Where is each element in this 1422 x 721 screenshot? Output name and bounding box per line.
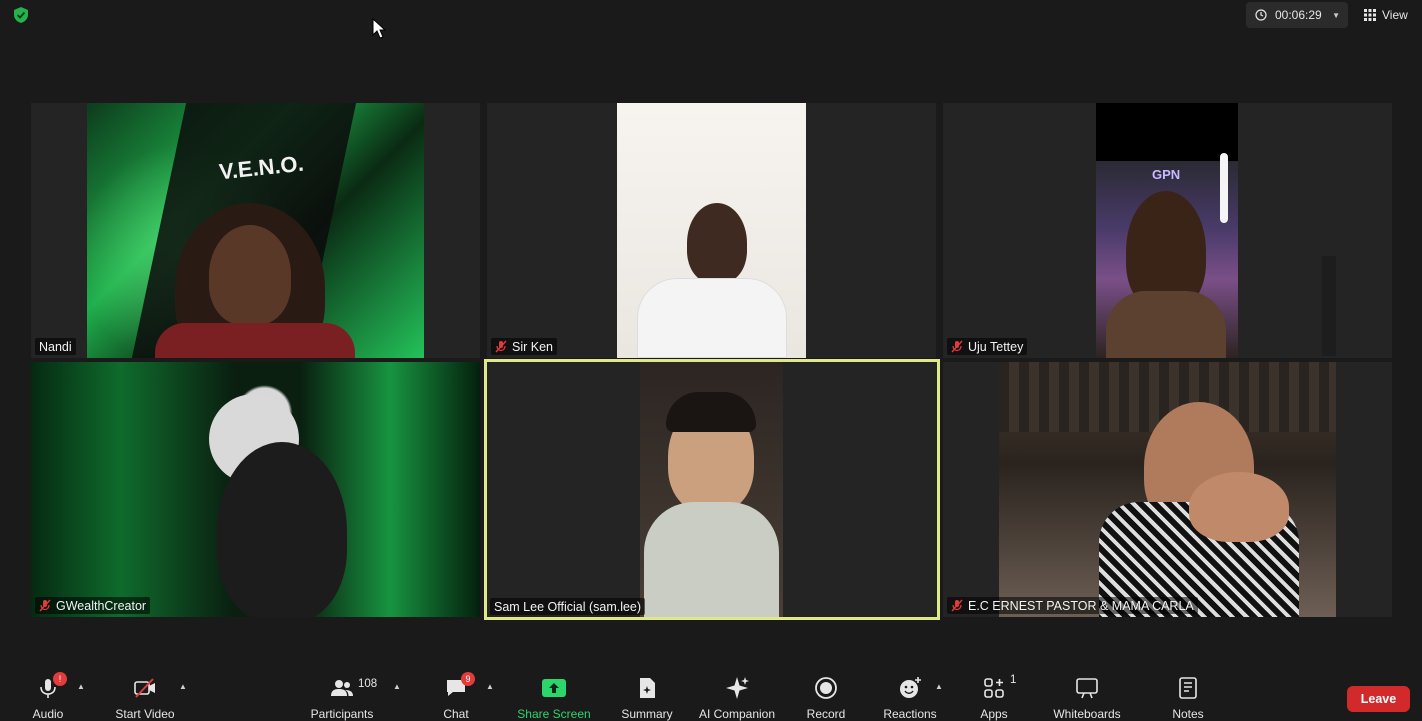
participant-tile-sam-lee[interactable]: Sam Lee Official (sam.lee): [484, 359, 940, 620]
participant-silhouette: [217, 442, 347, 617]
chevron-down-icon: ▼: [1332, 10, 1340, 20]
start-video-label: Start Video: [115, 707, 175, 721]
apps-icon: [984, 678, 1004, 698]
apps-label: Apps: [980, 707, 1008, 721]
leave-button[interactable]: Leave: [1347, 686, 1410, 712]
participant-shirt: [644, 502, 779, 617]
apps-button[interactable]: 1 Apps: [972, 666, 1017, 721]
record-icon: [815, 677, 837, 699]
smiley-icon: [900, 677, 921, 698]
notes-button[interactable]: Notes: [1166, 666, 1210, 721]
participants-label: Participants: [310, 707, 374, 721]
audio-button[interactable]: ! Audio: [28, 666, 68, 721]
scrollbar[interactable]: [1322, 256, 1336, 356]
start-video-button[interactable]: Start Video: [108, 666, 182, 721]
notes-label: Notes: [1172, 707, 1204, 721]
participants-count: 108: [358, 678, 378, 690]
clock-icon: [1255, 9, 1267, 21]
meeting-timer[interactable]: 00:06:29 ▼: [1246, 2, 1348, 28]
summary-label: Summary: [621, 707, 673, 721]
whiteboards-button[interactable]: Whiteboards: [1048, 666, 1126, 721]
reactions-label: Reactions: [883, 707, 937, 721]
chat-unread-badge: 9: [461, 672, 475, 686]
audio-options-chevron-icon[interactable]: ▲: [77, 682, 85, 691]
participant-name-label: Sir Ken: [491, 338, 557, 355]
participant-hand: [1189, 472, 1289, 542]
participant-video: V.E.N.O.: [87, 103, 424, 358]
sparkle-icon: [726, 677, 749, 699]
summary-document-icon: [640, 678, 655, 698]
participant-tile-gwealthcreator[interactable]: GWealthCreator: [31, 362, 480, 617]
participant-video: [31, 362, 480, 617]
participants-button[interactable]: 108 Participants: [306, 666, 378, 721]
share-screen-label: Share Screen: [517, 707, 591, 721]
participant-shirt: [637, 278, 787, 358]
participant-video: [640, 362, 783, 617]
apps-count: 1: [1010, 674, 1017, 686]
participant-video-frame: GPN: [1096, 161, 1238, 358]
chat-label: Chat: [443, 707, 469, 721]
audio-warning-badge: !: [53, 672, 67, 686]
security-shield-icon[interactable]: [12, 6, 30, 24]
participant-video: GPN: [1096, 103, 1238, 358]
muted-mic-icon: [495, 340, 507, 353]
participant-tile-ernest-pastor[interactable]: E.C ERNEST PASTOR & MAMA CARLA: [943, 362, 1392, 617]
participant-name-label: Sam Lee Official (sam.lee): [490, 598, 646, 615]
muted-mic-icon: [39, 599, 51, 612]
video-filter-slider[interactable]: [1220, 153, 1228, 223]
whiteboard-icon: [1076, 678, 1098, 699]
muted-mic-icon: [951, 599, 963, 612]
participant-name-label: E.C ERNEST PASTOR & MAMA CARLA: [947, 597, 1198, 614]
mouse-cursor-icon: [372, 18, 386, 39]
reactions-options-chevron-icon[interactable]: ▲: [935, 682, 943, 691]
participant-hair: [666, 392, 756, 432]
participants-icon: [331, 680, 353, 696]
participant-video: [617, 103, 806, 358]
chat-options-chevron-icon[interactable]: ▲: [486, 682, 494, 691]
meeting-toolbar: ! Audio ▲ Start Video ▲ 108 Participants…: [0, 666, 1422, 721]
participant-name-label: GWealthCreator: [35, 597, 151, 614]
notes-icon: [1179, 677, 1197, 699]
view-button[interactable]: View: [1356, 2, 1416, 28]
share-screen-icon: [542, 679, 566, 697]
view-label: View: [1382, 8, 1408, 22]
chat-button[interactable]: 9 Chat: [436, 666, 476, 721]
grid-view-icon: [1364, 9, 1376, 21]
whiteboards-label: Whiteboards: [1053, 707, 1121, 721]
video-options-chevron-icon[interactable]: ▲: [179, 682, 187, 691]
participants-options-chevron-icon[interactable]: ▲: [393, 682, 401, 691]
participant-body: [1106, 291, 1226, 358]
audio-label: Audio: [32, 707, 64, 721]
share-screen-button[interactable]: Share Screen: [514, 666, 594, 721]
muted-mic-icon: [951, 340, 963, 353]
participant-face: [209, 225, 291, 325]
participant-name-label: Uju Tettey: [947, 338, 1028, 355]
ai-companion-button[interactable]: AI Companion: [692, 666, 782, 721]
video-off-icon: [134, 678, 155, 698]
participant-video: [999, 362, 1336, 617]
record-label: Record: [806, 707, 846, 721]
participant-name-label: Nandi: [35, 338, 76, 355]
participant-face: [687, 203, 747, 283]
participant-tile-sir-ken[interactable]: Sir Ken: [487, 103, 936, 358]
participant-tile-nandi[interactable]: V.E.N.O. Nandi: [31, 103, 480, 358]
participant-shirt: [155, 323, 355, 358]
summary-button[interactable]: Summary: [615, 666, 679, 721]
record-button[interactable]: Record: [802, 666, 850, 721]
timer-value: 00:06:29: [1275, 8, 1322, 22]
ai-companion-label: AI Companion: [698, 707, 776, 721]
reactions-button[interactable]: Reactions: [880, 666, 940, 721]
gpn-badge: GPN: [1152, 167, 1181, 182]
